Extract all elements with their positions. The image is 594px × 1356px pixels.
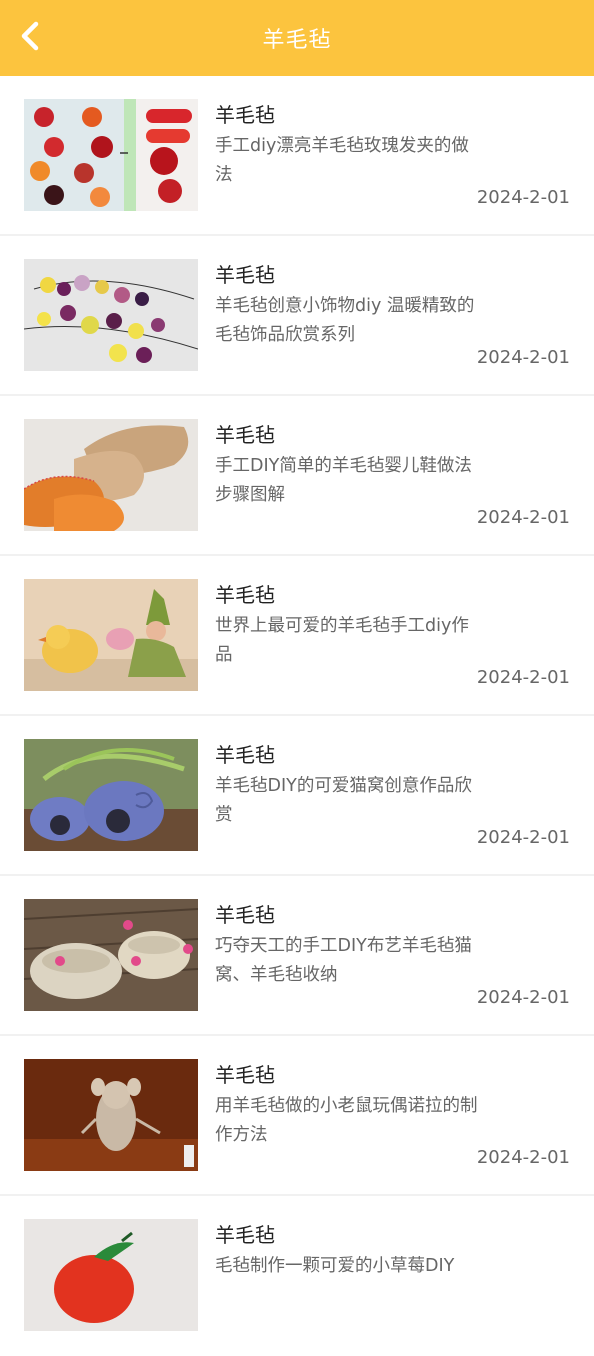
thumbnail-image bbox=[24, 99, 198, 211]
item-date: 2024-2-01 bbox=[476, 347, 570, 368]
back-button[interactable] bbox=[10, 16, 50, 60]
item-description: 用羊毛毡做的小老鼠玩偶诺拉的制作方法 bbox=[215, 1096, 478, 1145]
item-title: 羊毛毡 bbox=[215, 263, 275, 287]
item-date: 2024-2-01 bbox=[476, 827, 570, 848]
item-description: 羊毛毡DIY的可爱猫窝创意作品欣赏 bbox=[215, 776, 472, 825]
chevron-left-icon bbox=[19, 21, 41, 55]
item-title: 羊毛毡 bbox=[215, 423, 275, 447]
item-description: 毛毡制作一颗可爱的小草莓DIY bbox=[215, 1256, 455, 1276]
list-item[interactable]: 羊毛毡 毛毡制作一颗可爱的小草莓DIY bbox=[0, 1196, 594, 1356]
thumbnail-image bbox=[24, 1059, 198, 1171]
item-date: 2024-2-01 bbox=[476, 507, 570, 528]
item-title: 羊毛毡 bbox=[215, 903, 275, 927]
item-date: 2024-2-01 bbox=[476, 667, 570, 688]
item-description: 手工DIY简单的羊毛毡婴儿鞋做法步骤图解 bbox=[215, 456, 472, 505]
thumbnail-image bbox=[24, 419, 198, 531]
item-title: 羊毛毡 bbox=[215, 1223, 275, 1247]
thumbnail-image bbox=[24, 259, 198, 371]
item-date: 2024-2-01 bbox=[476, 1147, 570, 1168]
item-description: 手工diy漂亮羊毛毡玫瑰发夹的做法 bbox=[215, 136, 469, 185]
top-bar: 羊毛毡 bbox=[0, 0, 594, 76]
page-title: 羊毛毡 bbox=[262, 28, 332, 53]
item-title: 羊毛毡 bbox=[215, 743, 275, 767]
item-description: 世界上最可爱的羊毛毡手工diy作品 bbox=[215, 616, 469, 665]
list-item[interactable]: 羊毛毡 手工diy漂亮羊毛毡玫瑰发夹的做法 2024-2-01 bbox=[0, 76, 594, 236]
item-title: 羊毛毡 bbox=[215, 583, 275, 607]
thumbnail-image bbox=[24, 1219, 198, 1331]
item-date: 2024-2-01 bbox=[476, 987, 570, 1008]
thumbnail-image bbox=[24, 579, 198, 691]
list-item[interactable]: 羊毛毡 世界上最可爱的羊毛毡手工diy作品 2024-2-01 bbox=[0, 556, 594, 716]
list-item[interactable]: 羊毛毡 用羊毛毡做的小老鼠玩偶诺拉的制作方法 2024-2-01 bbox=[0, 1036, 594, 1196]
list-item[interactable]: 羊毛毡 手工DIY简单的羊毛毡婴儿鞋做法步骤图解 2024-2-01 bbox=[0, 396, 594, 556]
thumbnail-image bbox=[24, 739, 198, 851]
item-description: 巧夺天工的手工DIY布艺羊毛毡猫窝、羊毛毡收纳 bbox=[215, 936, 472, 985]
item-title: 羊毛毡 bbox=[215, 103, 275, 127]
item-date: 2024-2-01 bbox=[476, 187, 570, 208]
list-item[interactable]: 羊毛毡 羊毛毡DIY的可爱猫窝创意作品欣赏 2024-2-01 bbox=[0, 716, 594, 876]
list-item[interactable]: 羊毛毡 巧夺天工的手工DIY布艺羊毛毡猫窝、羊毛毡收纳 2024-2-01 bbox=[0, 876, 594, 1036]
item-description: 羊毛毡创意小饰物diy 温暖精致的毛毡饰品欣赏系列 bbox=[215, 296, 475, 345]
thumbnail-image bbox=[24, 899, 198, 1011]
list-item[interactable]: 羊毛毡 羊毛毡创意小饰物diy 温暖精致的毛毡饰品欣赏系列 2024-2-01 bbox=[0, 236, 594, 396]
item-title: 羊毛毡 bbox=[215, 1063, 275, 1087]
